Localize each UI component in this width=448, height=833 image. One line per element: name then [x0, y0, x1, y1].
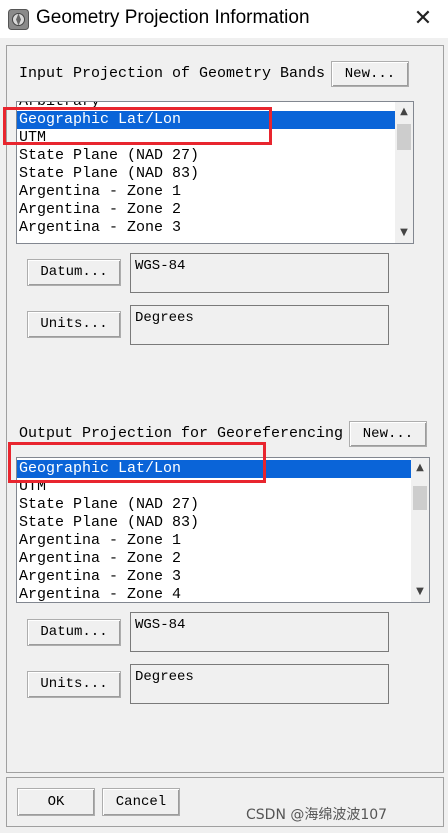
scroll-down-icon[interactable]: ▼	[395, 225, 413, 241]
output-projection-list-item[interactable]: State Plane (NAD 27)	[17, 496, 411, 514]
output-datum-button[interactable]: Datum...	[27, 619, 121, 646]
scroll-down-icon[interactable]: ▼	[411, 584, 429, 600]
output-list-scrollbar[interactable]: ▲ ▼	[411, 458, 429, 602]
input-projection-list-item[interactable]: Argentina - Zone 1	[17, 183, 395, 201]
output-projection-list-item[interactable]: Argentina - Zone 1	[17, 532, 411, 550]
output-projection-list-item[interactable]: Argentina - Zone 4	[17, 586, 411, 602]
input-list-scrollbar[interactable]: ▲ ▼	[395, 102, 413, 243]
scrollbar-thumb[interactable]	[397, 124, 411, 150]
input-projection-list-item[interactable]: State Plane (NAD 83)	[17, 165, 395, 183]
input-units-button[interactable]: Units...	[27, 311, 121, 338]
input-projection-list-item[interactable]: Argentina - Zone 3	[17, 219, 395, 237]
ok-button[interactable]: OK	[17, 788, 95, 816]
output-datum-field: WGS-84	[130, 612, 389, 652]
scrollbar-thumb[interactable]	[413, 486, 427, 510]
output-projection-list-item[interactable]: Argentina - Zone 2	[17, 550, 411, 568]
window-title: Geometry Projection Information	[36, 7, 310, 28]
output-new-button[interactable]: New...	[349, 421, 427, 447]
output-projection-list-item[interactable]: State Plane (NAD 83)	[17, 514, 411, 532]
scroll-up-icon[interactable]: ▲	[395, 104, 413, 120]
input-projection-list-item[interactable]: Argentina - Zone 2	[17, 201, 395, 219]
input-new-button[interactable]: New...	[331, 61, 409, 87]
input-datum-button[interactable]: Datum...	[27, 259, 121, 286]
output-units-button[interactable]: Units...	[27, 671, 121, 698]
scroll-up-icon[interactable]: ▲	[411, 460, 429, 476]
highlight-box-input	[3, 107, 272, 145]
output-units-field: Degrees	[130, 664, 389, 704]
input-projection-list-item[interactable]: State Plane (NAD 27)	[17, 147, 395, 165]
close-icon[interactable]: ✕	[408, 4, 438, 34]
output-projection-label: Output Projection for Georeferencing	[19, 425, 344, 442]
input-datum-field: WGS-84	[130, 253, 389, 293]
output-projection-list-item[interactable]: Argentina - Zone 3	[17, 568, 411, 586]
watermark: CSDN @海绵波波107	[246, 807, 388, 823]
cancel-button[interactable]: Cancel	[102, 788, 180, 816]
title-bar[interactable]: Geometry Projection Information ✕	[0, 0, 448, 38]
input-units-field: Degrees	[130, 305, 389, 345]
highlight-box-output	[8, 442, 266, 483]
app-icon	[8, 9, 29, 30]
input-projection-label: Input Projection of Geometry Bands	[19, 65, 326, 82]
